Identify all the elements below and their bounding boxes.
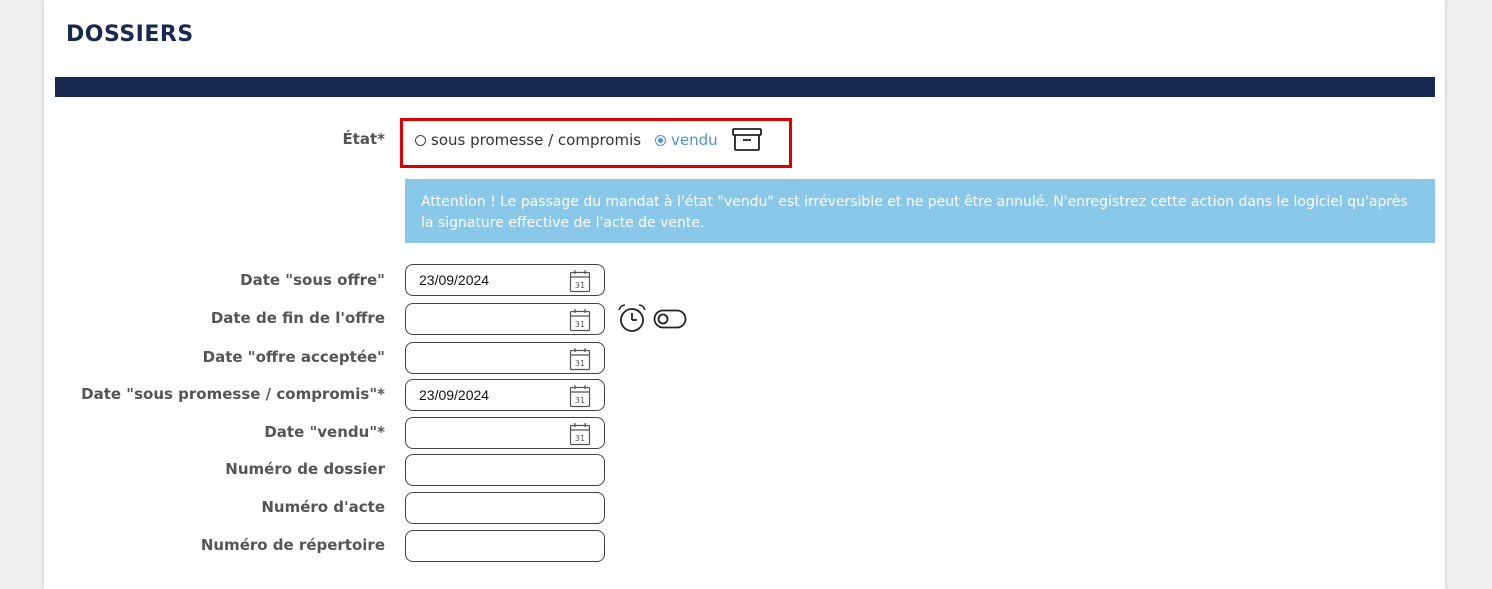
- calendar-icon[interactable]: 31: [569, 422, 591, 446]
- label-numero-repertoire: Numéro de répertoire: [200, 536, 385, 554]
- label-numero-dossier: Numéro de dossier: [225, 460, 385, 478]
- radio-sous-promesse[interactable]: [415, 135, 426, 146]
- date-offre-acceptee-input[interactable]: 31: [405, 342, 605, 374]
- label-date-fin-offre: Date de fin de l'offre: [210, 309, 385, 327]
- date-sous-promesse-value: 23/09/2024: [419, 387, 490, 403]
- radio-vendu-label[interactable]: vendu: [671, 131, 718, 149]
- label-date-sous-offre: Date "sous offre": [240, 271, 385, 289]
- label-date-sous-promesse: Date "sous promesse / compromis"*: [81, 385, 385, 403]
- svg-text:31: 31: [575, 434, 585, 443]
- date-fin-offre-input[interactable]: 31: [405, 303, 605, 335]
- vendu-warning-alert: Attention ! Le passage du mandat à l'éta…: [405, 179, 1435, 243]
- section-header-bar: [55, 77, 1435, 97]
- page-title: DOSSIERS: [66, 22, 194, 47]
- label-numero-acte: Numéro d'acte: [261, 498, 385, 516]
- numero-repertoire-input[interactable]: [405, 530, 605, 562]
- svg-text:31: 31: [575, 396, 585, 405]
- calendar-icon[interactable]: 31: [569, 308, 591, 332]
- toggle-switch-icon[interactable]: [653, 309, 687, 329]
- label-date-vendu: Date "vendu"*: [264, 423, 385, 441]
- numero-dossier-input[interactable]: [405, 454, 605, 486]
- label-date-offre-acceptee: Date "offre acceptée": [202, 348, 385, 366]
- date-sous-offre-input[interactable]: 23/09/2024 31: [405, 264, 605, 296]
- archive-box-icon[interactable]: [732, 128, 762, 152]
- svg-text:31: 31: [575, 359, 585, 368]
- svg-text:31: 31: [575, 320, 585, 329]
- calendar-icon[interactable]: 31: [569, 384, 591, 408]
- date-sous-promesse-input[interactable]: 23/09/2024 31: [405, 379, 605, 411]
- radio-vendu[interactable]: [655, 135, 666, 146]
- radio-sous-promesse-label[interactable]: sous promesse / compromis: [431, 131, 641, 149]
- alarm-clock-icon[interactable]: [617, 303, 647, 333]
- svg-text:31: 31: [575, 281, 585, 290]
- calendar-icon[interactable]: 31: [569, 269, 591, 293]
- date-sous-offre-value: 23/09/2024: [419, 272, 490, 288]
- etat-label: État*: [342, 130, 385, 148]
- date-vendu-input[interactable]: 31: [405, 417, 605, 449]
- calendar-icon[interactable]: 31: [569, 347, 591, 371]
- numero-acte-input[interactable]: [405, 492, 605, 524]
